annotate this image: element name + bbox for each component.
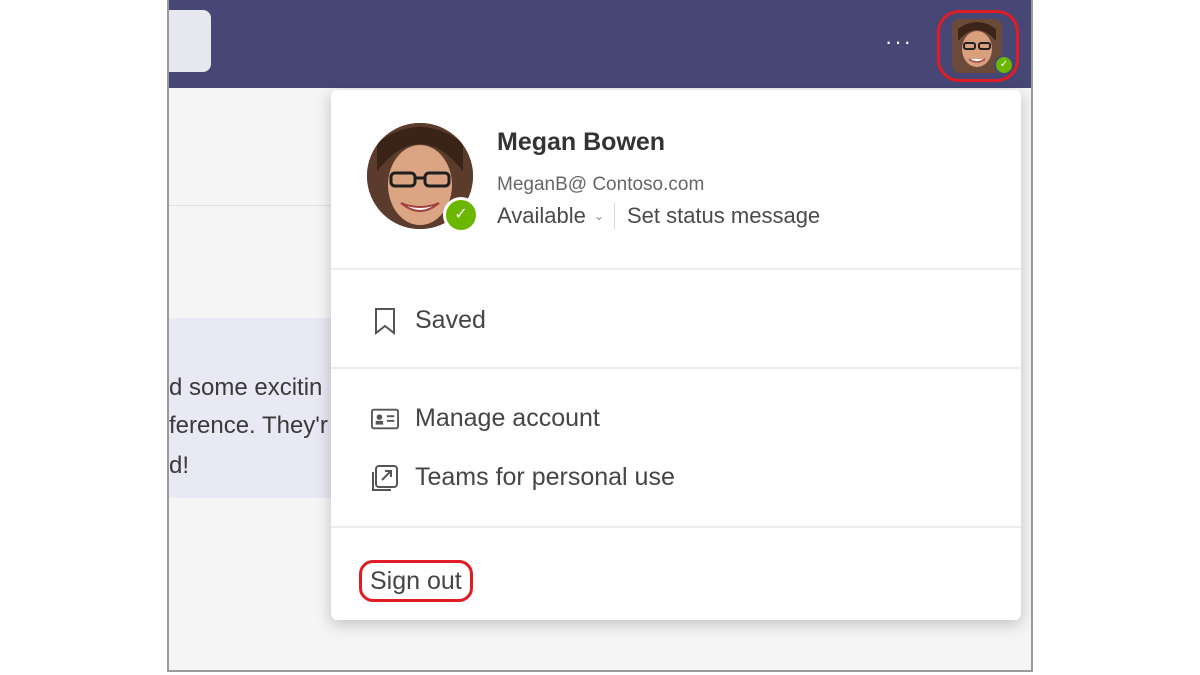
search-box[interactable]: [169, 10, 211, 72]
open-external-icon: [371, 464, 399, 492]
user-email: MeganB@ Contoso.com: [497, 174, 705, 195]
message-card: d some excitin ference. They'r d!: [169, 318, 339, 498]
set-status-message-link[interactable]: Set status message: [627, 203, 820, 229]
manage-account-label: Manage account: [415, 404, 600, 432]
saved-menu-item[interactable]: Saved: [371, 306, 486, 335]
contact-card-icon: [371, 405, 399, 433]
menu-divider: [331, 367, 1021, 369]
more-options-button[interactable]: ···: [885, 31, 913, 53]
teams-personal-label: Teams for personal use: [415, 463, 675, 491]
sign-out-button[interactable]: Sign out: [359, 560, 473, 602]
divider: [169, 205, 332, 206]
presence-available-icon: ✓: [443, 197, 479, 233]
chevron-down-icon[interactable]: ⌄: [594, 209, 604, 223]
menu-divider: [331, 526, 1021, 528]
message-text-line: d!: [169, 452, 190, 479]
profile-button-highlight[interactable]: ✓: [937, 10, 1019, 82]
status-separator: [613, 203, 615, 229]
menu-divider: [331, 268, 1021, 270]
status-row: Available ⌄ Set status message: [497, 203, 820, 229]
presence-available-icon: ✓: [994, 55, 1014, 75]
user-name: Megan Bowen: [497, 128, 666, 156]
profile-menu: ✓ Megan Bowen MeganB@ Contoso.com Availa…: [331, 90, 1021, 620]
saved-label: Saved: [415, 306, 486, 334]
manage-account-menu-item[interactable]: Manage account: [371, 404, 600, 433]
status-dropdown[interactable]: Available: [497, 203, 586, 229]
message-text-line: d some excitin: [169, 374, 323, 401]
teams-personal-menu-item[interactable]: Teams for personal use: [371, 463, 675, 492]
top-bar: ··· ✓: [169, 0, 1031, 88]
bookmark-icon: [371, 307, 399, 335]
message-text-line: ference. They'r: [169, 412, 328, 439]
